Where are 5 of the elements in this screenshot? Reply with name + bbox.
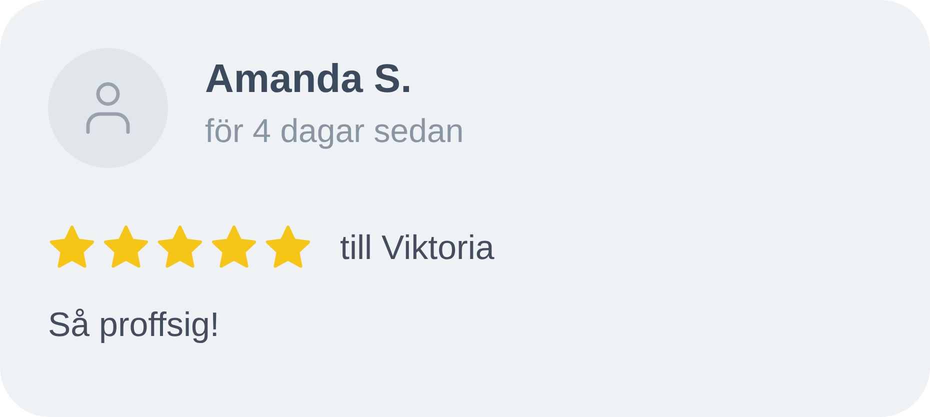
- recipient-name: till Viktoria: [340, 228, 494, 268]
- user-icon: [84, 80, 132, 136]
- review-text: Så proffsig!: [48, 306, 220, 345]
- review-time: för 4 dagar sedan: [205, 111, 464, 151]
- author-name: Amanda S.: [205, 56, 413, 103]
